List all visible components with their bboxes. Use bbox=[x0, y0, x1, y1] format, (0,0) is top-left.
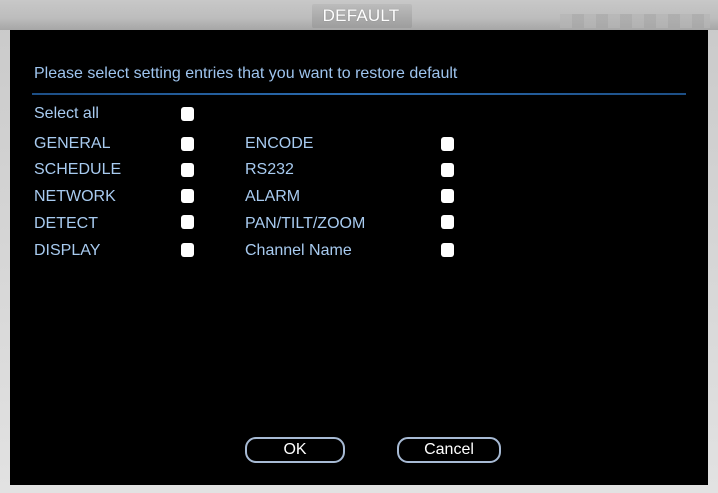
detect-label: DETECT bbox=[34, 215, 98, 232]
encode-label: ENCODE bbox=[245, 135, 314, 152]
alarm-checkbox[interactable] bbox=[441, 189, 454, 203]
channel-name-checkbox[interactable] bbox=[441, 243, 454, 257]
alarm-label: ALARM bbox=[245, 188, 301, 205]
default-dialog: DEFAULT Please select setting entries th… bbox=[0, 0, 718, 493]
instruction-text: Please select setting entries that you w… bbox=[34, 65, 458, 82]
dialog-title: DEFAULT bbox=[322, 6, 400, 25]
display-checkbox[interactable] bbox=[181, 243, 194, 257]
pan-tilt-zoom-checkbox[interactable] bbox=[441, 215, 454, 229]
title-bar: DEFAULT bbox=[0, 0, 718, 30]
schedule-checkbox[interactable] bbox=[181, 163, 194, 177]
divider bbox=[32, 93, 686, 95]
channel-name-label: Channel Name bbox=[245, 242, 352, 259]
rs232-checkbox[interactable] bbox=[441, 163, 454, 177]
general-checkbox[interactable] bbox=[181, 137, 194, 151]
detect-checkbox[interactable] bbox=[181, 215, 194, 229]
title-bar-blurred-area bbox=[560, 14, 710, 28]
display-label: DISPLAY bbox=[34, 242, 101, 259]
dialog-panel: Please select setting entries that you w… bbox=[10, 30, 708, 485]
ok-button[interactable]: OK bbox=[245, 437, 345, 463]
pan-tilt-zoom-label: PAN/TILT/ZOOM bbox=[245, 215, 366, 232]
rs232-label: RS232 bbox=[245, 161, 294, 178]
select-all-label: Select all bbox=[34, 105, 99, 122]
select-all-checkbox[interactable] bbox=[181, 107, 194, 121]
general-label: GENERAL bbox=[34, 135, 111, 152]
schedule-label: SCHEDULE bbox=[34, 161, 122, 178]
encode-checkbox[interactable] bbox=[441, 137, 454, 151]
network-checkbox[interactable] bbox=[181, 189, 194, 203]
cancel-button[interactable]: Cancel bbox=[397, 437, 501, 463]
network-label: NETWORK bbox=[34, 188, 116, 205]
